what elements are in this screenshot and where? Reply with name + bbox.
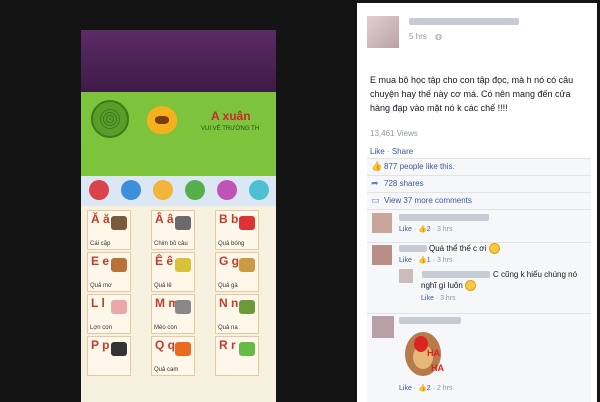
speaker-icon xyxy=(91,100,129,138)
board-button-icon xyxy=(121,180,141,200)
globe-icon: ◍ xyxy=(435,32,442,41)
comment-like-link[interactable]: Like xyxy=(399,226,412,233)
post-actions: Like · Share xyxy=(370,147,413,156)
letter-card: Q q Quả cam xyxy=(151,336,195,376)
share-arrow-icon: ➦ xyxy=(371,179,379,189)
picture-icon xyxy=(175,300,191,314)
avatar[interactable] xyxy=(372,316,394,338)
post-panel: 5 hrs ◍ E mua bộ học tập cho con tập đọc… xyxy=(357,3,597,402)
laugh-emoji-icon xyxy=(465,280,477,292)
comment-time[interactable]: 2 hrs xyxy=(437,385,453,392)
bird-mascot-icon xyxy=(147,106,177,134)
sticker-text: HA xyxy=(431,363,444,373)
avatar[interactable] xyxy=(367,16,399,48)
comment-meta: Like · 👍2 · 3 hrs xyxy=(399,226,453,233)
letter-card: B b Quả bóng xyxy=(215,210,259,250)
thumbs-up-icon: 👍 xyxy=(371,162,383,172)
avatar[interactable] xyxy=(372,245,392,265)
letter-card: R r xyxy=(215,336,259,376)
more-comments-row[interactable]: ▭ View 37 more comments xyxy=(367,192,591,209)
comment-like-link[interactable]: Like xyxy=(421,295,434,302)
commenter-name[interactable] xyxy=(399,317,461,324)
comment-meta: Like · 3 hrs xyxy=(421,295,456,302)
laughing-sticker-icon: HA HA xyxy=(405,332,444,376)
shares-row[interactable]: ➦ 728 shares xyxy=(367,175,591,192)
letter-card: Â â Chim bồ câu xyxy=(151,210,195,250)
picture-icon xyxy=(239,300,255,314)
comment-meta: Like · 👍2 · 2 hrs xyxy=(399,385,453,392)
board-subtitle: VUI VẺ TRƯỜNG TH xyxy=(201,126,260,132)
comment-like-count[interactable]: 1 xyxy=(427,257,431,264)
avatar[interactable] xyxy=(399,269,413,283)
commenter-name[interactable] xyxy=(399,214,489,221)
board-button-icon xyxy=(249,180,269,200)
comment-text: C cũng k hiểu chúng nó nghĩ gì luôn xyxy=(421,270,578,292)
likes-count[interactable]: 877 people like this. xyxy=(384,162,455,171)
sticker-text: HA xyxy=(427,348,440,358)
author-name[interactable] xyxy=(409,18,519,25)
view-count: 13,461 Views xyxy=(370,129,418,138)
likes-row[interactable]: 👍 877 people like this. xyxy=(367,158,591,175)
picture-icon xyxy=(175,258,191,272)
picture-icon xyxy=(111,216,127,230)
comment-text: Quá thể thế c ơi xyxy=(429,243,500,255)
letter-card: N n Quả na xyxy=(215,294,259,334)
board-tabs xyxy=(81,176,276,206)
shares-count[interactable]: 728 shares xyxy=(384,179,424,188)
picture-icon xyxy=(239,216,255,230)
picture-icon xyxy=(111,342,127,356)
thumbs-up-icon: 👍 xyxy=(418,257,427,264)
view-more-comments-link[interactable]: View 37 more comments xyxy=(384,196,472,205)
photo-stage[interactable]: A xuân VUI VẺ TRƯỜNG TH Ă ă Cái cặp Â â Ch… xyxy=(81,30,276,402)
letter-card: G g Quả gà xyxy=(215,252,259,292)
like-link[interactable]: Like xyxy=(370,147,385,156)
board-button-icon xyxy=(89,180,109,200)
picture-icon xyxy=(111,258,127,272)
post-text: E mua bộ học tập cho con tập đọc, mà h n… xyxy=(370,75,574,113)
comment-like-count[interactable]: 2 xyxy=(427,385,431,392)
post-time[interactable]: 5 hrs xyxy=(409,32,427,41)
picture-icon xyxy=(175,342,191,356)
comment-like-link[interactable]: Like xyxy=(399,257,412,264)
photo-background xyxy=(81,30,276,92)
comment-like-count[interactable]: 2 xyxy=(427,226,431,233)
board-button-icon xyxy=(153,180,173,200)
picture-icon xyxy=(175,216,191,230)
letter-card: M m Mèo con xyxy=(151,294,195,334)
commenter-name[interactable] xyxy=(399,245,427,252)
letter-card: E e Quả mơ xyxy=(87,252,131,292)
thumbs-up-icon: 👍 xyxy=(418,226,427,233)
letter-card: Ă ă Cái cặp xyxy=(87,210,131,250)
comment-icon: ▭ xyxy=(371,196,380,206)
comment-time[interactable]: 3 hrs xyxy=(437,226,453,233)
comment-time[interactable]: 3 hrs xyxy=(440,295,456,302)
share-link[interactable]: Share xyxy=(392,147,413,156)
picture-icon xyxy=(239,342,255,356)
comment-time[interactable]: 3 hrs xyxy=(437,257,453,264)
thumbs-up-icon: 👍 xyxy=(418,385,427,392)
comment-meta: Like · 👍1 · 3 hrs xyxy=(399,257,453,264)
board-button-icon xyxy=(185,180,205,200)
letter-card: L l Lợn con xyxy=(87,294,131,334)
picture-icon xyxy=(111,300,127,314)
board-button-icon xyxy=(217,180,237,200)
comment-like-link[interactable]: Like xyxy=(399,385,412,392)
letter-card: P p xyxy=(87,336,131,376)
board-title: A xuân xyxy=(211,109,251,123)
smile-emoji-icon xyxy=(488,243,500,255)
separator: · xyxy=(386,147,390,156)
avatar[interactable] xyxy=(372,213,392,233)
letter-card: Ê ê Quả lê xyxy=(151,252,195,292)
picture-icon xyxy=(239,258,255,272)
